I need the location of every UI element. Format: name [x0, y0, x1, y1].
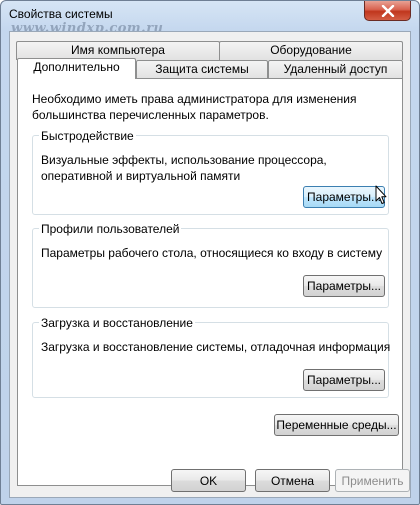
tab-remote-access[interactable]: Удаленный доступ [268, 60, 403, 78]
user-profiles-settings-button[interactable]: Параметры... [303, 275, 385, 297]
tab-label: Защита системы [155, 62, 249, 76]
user-profiles-group: Профили пользователей Параметры рабочего… [32, 221, 389, 308]
cancel-button[interactable]: Отмена [255, 469, 330, 492]
system-properties-window: Свойства системы www.windxp.com.ru Имя к… [0, 0, 420, 505]
user-profiles-legend: Профили пользователей [39, 221, 182, 237]
startup-recovery-settings-button[interactable]: Параметры... [303, 369, 385, 391]
startup-recovery-legend: Загрузка и восстановление [39, 315, 195, 331]
user-profiles-description: Параметры рабочего стола, относящиеся ко… [41, 246, 383, 260]
ok-button[interactable]: OK [171, 469, 246, 492]
startup-recovery-group: Загрузка и восстановление Загрузка и вос… [32, 315, 391, 398]
tab-label: Дополнительно [33, 60, 120, 74]
performance-legend: Быстродействие [39, 128, 136, 144]
close-icon [381, 4, 394, 17]
performance-settings-button[interactable]: Параметры... [303, 186, 385, 208]
environment-variables-button[interactable]: Переменные среды... [274, 414, 399, 436]
mouse-pointer-icon [375, 185, 387, 204]
dialog-client-area: Имя компьютера Оборудование Дополнительн… [9, 31, 411, 498]
close-button[interactable] [364, 1, 411, 21]
tab-advanced[interactable]: Дополнительно [17, 58, 136, 79]
apply-button[interactable]: Применить [335, 469, 410, 492]
performance-description: Визуальные эффекты, использование процес… [41, 153, 327, 183]
tab-label: Оборудование [270, 43, 352, 57]
advanced-tab-panel: Необходимо иметь права администратора дл… [17, 78, 403, 486]
startup-recovery-description: Загрузка и восстановление системы, отлад… [41, 340, 391, 354]
tab-system-protection[interactable]: Защита системы [136, 60, 268, 78]
tab-label: Удаленный доступ [283, 62, 388, 76]
admin-rights-notice: Необходимо иметь права администратора дл… [32, 92, 357, 122]
tab-hardware[interactable]: Оборудование [219, 41, 403, 60]
tab-label: Имя компьютера [71, 43, 165, 57]
performance-group: Быстродействие Визуальные эффекты, испол… [32, 128, 389, 215]
window-title: Свойства системы [9, 7, 113, 21]
